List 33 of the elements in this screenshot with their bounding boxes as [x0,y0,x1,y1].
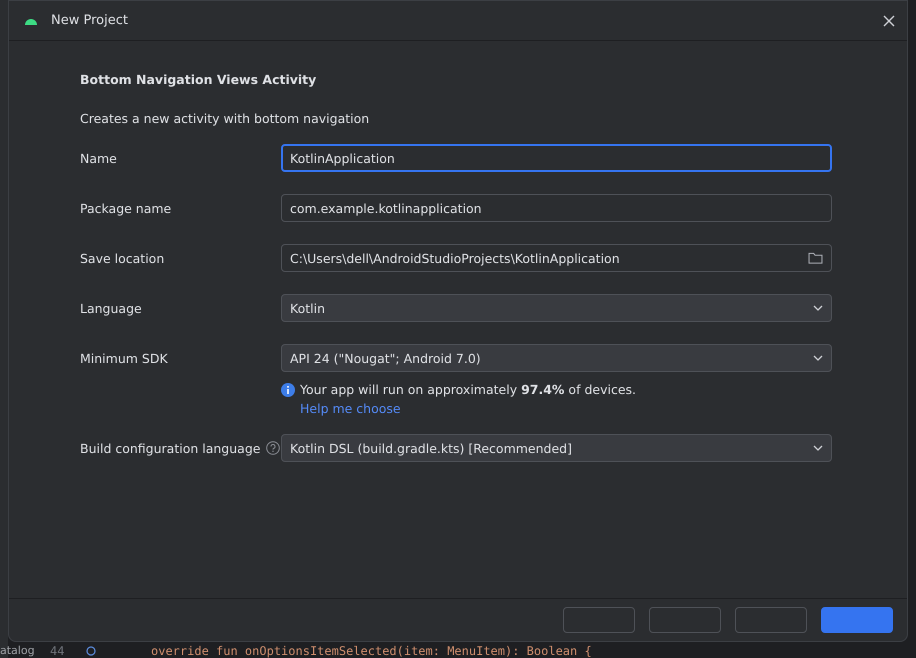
help-link[interactable]: Help me choose [300,401,907,416]
help-icon[interactable] [266,441,280,455]
dialog-button[interactable] [563,607,635,633]
input-field[interactable]: com.example.kotlinapplication [281,194,832,222]
field-label: Save location [80,250,166,266]
dropdown-field[interactable]: Kotlin [281,294,832,322]
override-icon [86,646,96,656]
dialog-button[interactable] [649,607,721,633]
sdk-coverage-text: Your app will run on approximately 97.4% of devices. [300,382,636,397]
input-field[interactable]: C:\Users\dell\AndroidStudioProjects\KotlinApplication [281,244,832,272]
chevron-down-icon [813,305,823,311]
field-label: Name [80,150,118,166]
dropdown-field[interactable]: API 24 ("Nougat"; Android 7.0) [281,344,832,372]
activity-heading: Bottom Navigation Views Activity [80,72,318,87]
chevron-down-icon [813,445,823,451]
chevron-down-icon [813,355,823,361]
field-label: Language [80,300,143,316]
folder-icon[interactable] [808,252,823,264]
code-line: override fun onOptionsItemSelected(item: MenuItem): Boolean { [151,644,592,658]
field-label: Build configuration language [80,440,260,456]
input-field[interactable]: KotlinApplication [281,144,832,172]
sidebar-text: atalog [0,644,36,657]
dialog-button[interactable] [735,607,807,633]
dialog-button[interactable] [821,607,893,633]
activity-description: Creates a new activity with bottom navigation [80,111,370,126]
field-label: Minimum SDK [80,350,169,366]
window-title: New Project [51,13,129,28]
android-icon [24,16,38,24]
dropdown-field[interactable]: Kotlin DSL (build.gradle.kts) [Recommended] [281,434,832,462]
close-icon[interactable] [883,14,895,26]
info-icon [281,382,295,396]
field-label: Package name [80,200,172,216]
line-number: 44 [49,644,66,658]
